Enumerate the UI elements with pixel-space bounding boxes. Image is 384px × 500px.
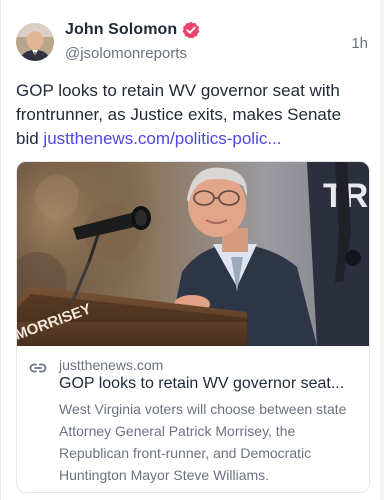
link-icon [29, 359, 47, 377]
link-description: West Virginia voters will choose between… [59, 401, 347, 483]
author-name-row: John Solomon [65, 21, 200, 39]
scroll-edge [380, 0, 384, 500]
avatar-photo [16, 23, 54, 61]
post-link[interactable]: justthenews.com/politics-polic... [43, 129, 281, 148]
author-handle[interactable]: @jsolomonreports [65, 45, 187, 62]
link-title[interactable]: GOP looks to retain WV governor seat... [59, 375, 361, 393]
link-preview-body[interactable]: justthenews.com GOP looks to retain WV g… [17, 346, 369, 492]
verified-badge-icon [182, 21, 200, 39]
author-name[interactable]: John Solomon [65, 21, 177, 39]
author-avatar[interactable] [16, 23, 54, 61]
post-card: John Solomon @jsolomonreports 1h GOP loo… [0, 0, 384, 500]
link-domain: justthenews.com [59, 357, 164, 373]
link-preview-card[interactable]: TR MORRISEY [16, 161, 370, 493]
post-timestamp[interactable]: 1h [351, 35, 368, 52]
post-text: GOP looks to retain WV governor seat wit… [16, 79, 361, 151]
link-preview-image[interactable]: TR MORRISEY [17, 162, 369, 346]
